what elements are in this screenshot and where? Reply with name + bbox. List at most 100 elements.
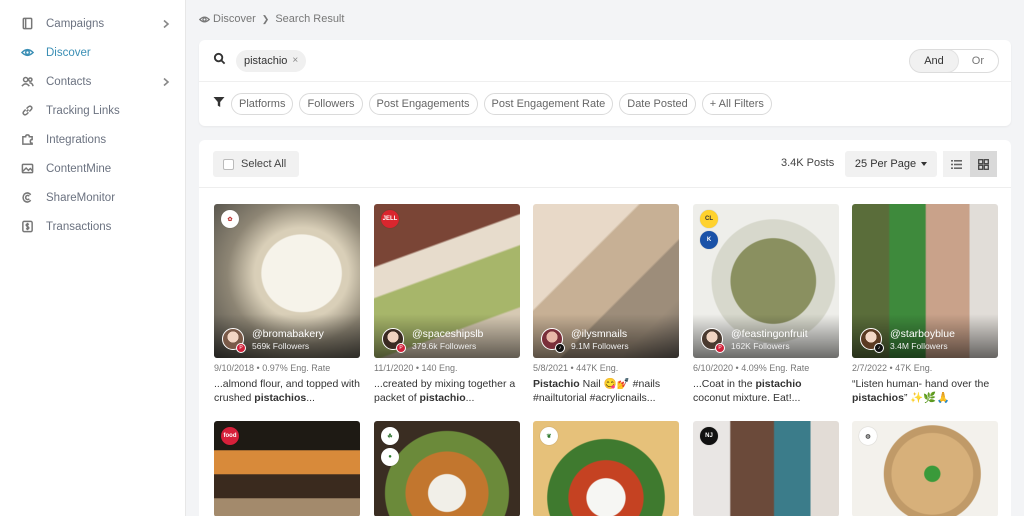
copyright-icon <box>20 191 34 205</box>
post-thumbnail[interactable]: food <box>214 421 360 516</box>
sidebar-item-label: Tracking Links <box>46 104 120 117</box>
breadcrumb-root[interactable]: Discover <box>213 13 256 25</box>
post-card[interactable]: ☘ ● <box>374 421 520 516</box>
and-button[interactable]: And <box>910 50 958 72</box>
breadcrumb-separator: ❯ <box>261 13 270 24</box>
grid-icon <box>978 158 989 170</box>
post-card[interactable]: ♪ @ilysmnails 9.1M Followers 5/8/2021 • … <box>533 204 679 405</box>
post-card[interactable]: NJ <box>693 421 839 516</box>
users-icon <box>20 75 34 89</box>
brand-logo-icon: ✿ <box>221 210 239 228</box>
ninja-logo-icon: NJ <box>700 427 718 445</box>
pinterest-icon: P <box>715 343 725 353</box>
post-thumbnail[interactable]: ◍ <box>852 421 998 516</box>
post-handle[interactable]: @ilysmnails <box>571 328 627 340</box>
post-card[interactable]: CL K P @feastingonfruit 162K Followers 6… <box>693 204 839 405</box>
select-all-button[interactable]: Select All <box>213 151 299 177</box>
post-caption: Pistachio Nail 😋💅 #nails #nailtutorial #… <box>533 378 661 404</box>
eye-icon <box>199 16 210 22</box>
filter-platforms[interactable]: Platforms <box>231 93 294 115</box>
filter-post-engagement-rate[interactable]: Post Engagement Rate <box>483 93 614 115</box>
sidebar-item-transactions[interactable]: Transactions <box>0 212 185 241</box>
list-view-button[interactable] <box>943 151 970 177</box>
sidebar-item-tracking-links[interactable]: Tracking Links <box>0 96 185 125</box>
post-meta: 2/7/2022 • 47K Eng. <box>852 363 933 373</box>
search-panel: pistachio × And Or Platforms Followers P… <box>199 40 1011 126</box>
per-page-value: 25 Per Page <box>854 158 917 170</box>
pinterest-icon: P <box>396 343 406 353</box>
remove-term-icon[interactable]: × <box>292 55 298 66</box>
filter-followers[interactable]: Followers <box>299 93 363 115</box>
post-card[interactable]: ❦ <box>533 421 679 516</box>
food-network-logo-icon: food <box>221 427 239 445</box>
select-all-checkbox[interactable] <box>223 158 234 170</box>
breadcrumb: Discover ❯ Search Result <box>199 13 344 25</box>
search-bar[interactable]: pistachio × And Or <box>199 40 1011 82</box>
post-thumbnail[interactable]: JELL P @spaceshipslb 379.6k Followers <box>374 204 520 358</box>
post-thumbnail[interactable]: ❦ <box>533 421 679 516</box>
sidebar-item-sharemonitor[interactable]: ShareMonitor <box>0 183 185 212</box>
brand-logo-icon: ❦ <box>540 427 558 445</box>
brand-logo-icon: CL <box>700 210 718 228</box>
link-icon <box>20 104 34 118</box>
post-count: 3.4K Posts <box>781 157 835 169</box>
post-card[interactable]: food <box>214 421 360 516</box>
post-followers: 379.6k Followers <box>412 341 477 351</box>
brand-logo-icon: ◍ <box>859 427 877 445</box>
eye-icon <box>20 46 34 60</box>
kroger-logo-icon: K <box>700 231 718 249</box>
post-thumbnail[interactable]: ♪ @ilysmnails 9.1M Followers <box>533 204 679 358</box>
post-handle[interactable]: @spaceshipslb <box>412 328 483 340</box>
brand-logo-icon: ☘ <box>381 427 399 445</box>
grid-view-button[interactable] <box>970 151 997 177</box>
post-caption: ...created by mixing together a packet o… <box>374 378 516 404</box>
post-handle[interactable]: @feastingonfruit <box>731 328 808 340</box>
list-icon <box>951 159 962 169</box>
breadcrumb-current: Search Result <box>275 13 345 25</box>
post-thumbnail[interactable]: CL K P @feastingonfruit 162K Followers <box>693 204 839 358</box>
view-toggle <box>943 151 997 177</box>
per-page-dropdown[interactable]: 25 Per Page <box>845 151 937 177</box>
sidebar-item-campaigns[interactable]: Campaigns <box>0 9 185 38</box>
puzzle-icon <box>20 133 34 147</box>
jello-logo-icon: JELL <box>381 210 399 228</box>
filter-all-filters[interactable]: + All Filters <box>701 93 772 115</box>
search-term-chip[interactable]: pistachio × <box>236 49 307 72</box>
tiktok-icon: ♪ <box>874 343 884 353</box>
sidebar-item-label: Integrations <box>46 133 107 146</box>
select-all-label: Select All <box>241 158 287 170</box>
post-handle[interactable]: @starboyblue <box>890 328 955 340</box>
filter-post-engagements[interactable]: Post Engagements <box>368 93 478 115</box>
caret-down-icon <box>921 162 928 166</box>
sidebar-item-contentmine[interactable]: ContentMine <box>0 154 185 183</box>
post-card[interactable]: JELL P @spaceshipslb 379.6k Followers 11… <box>374 204 520 405</box>
chevron-right-icon <box>161 77 171 87</box>
post-card[interactable]: ◍ <box>852 421 998 516</box>
post-caption: ...almond flour, and topped with crushed… <box>214 378 360 404</box>
post-card[interactable]: ♪ @starboyblue 3.4M Followers 2/7/2022 •… <box>852 204 998 405</box>
tiktok-icon: ♪ <box>555 343 565 353</box>
filter-date-posted[interactable]: Date Posted <box>619 93 696 115</box>
filter-icon <box>213 95 225 113</box>
results-toolbar: Select All 3.4K Posts 25 Per Page <box>199 140 1011 188</box>
sidebar-item-discover[interactable]: Discover <box>0 38 185 67</box>
sidebar-item-label: ContentMine <box>46 162 112 175</box>
filter-bar: Platforms Followers Post Engagements Pos… <box>213 93 772 115</box>
post-caption: “Listen human- hand over the pistachios”… <box>852 378 990 404</box>
or-button[interactable]: Or <box>958 50 998 72</box>
book-icon <box>20 17 34 31</box>
post-handle[interactable]: @bromabakery <box>252 328 324 340</box>
brand-logo-icon: ● <box>381 448 399 466</box>
sidebar-item-label: Contacts <box>46 75 92 88</box>
post-thumbnail[interactable]: ♪ @starboyblue 3.4M Followers <box>852 204 998 358</box>
post-thumbnail[interactable]: NJ <box>693 421 839 516</box>
sidebar: Campaigns Discover Contacts Tracking Lin… <box>0 0 186 516</box>
post-thumbnail[interactable]: ✿ P @bromabakery 569k Followers <box>214 204 360 358</box>
post-card[interactable]: ✿ P @bromabakery 569k Followers 9/10/201… <box>214 204 360 405</box>
post-followers: 3.4M Followers <box>890 341 948 351</box>
search-icon <box>213 52 226 70</box>
post-thumbnail[interactable]: ☘ ● <box>374 421 520 516</box>
sidebar-item-contacts[interactable]: Contacts <box>0 67 185 96</box>
post-followers: 9.1M Followers <box>571 341 629 351</box>
sidebar-item-integrations[interactable]: Integrations <box>0 125 185 154</box>
